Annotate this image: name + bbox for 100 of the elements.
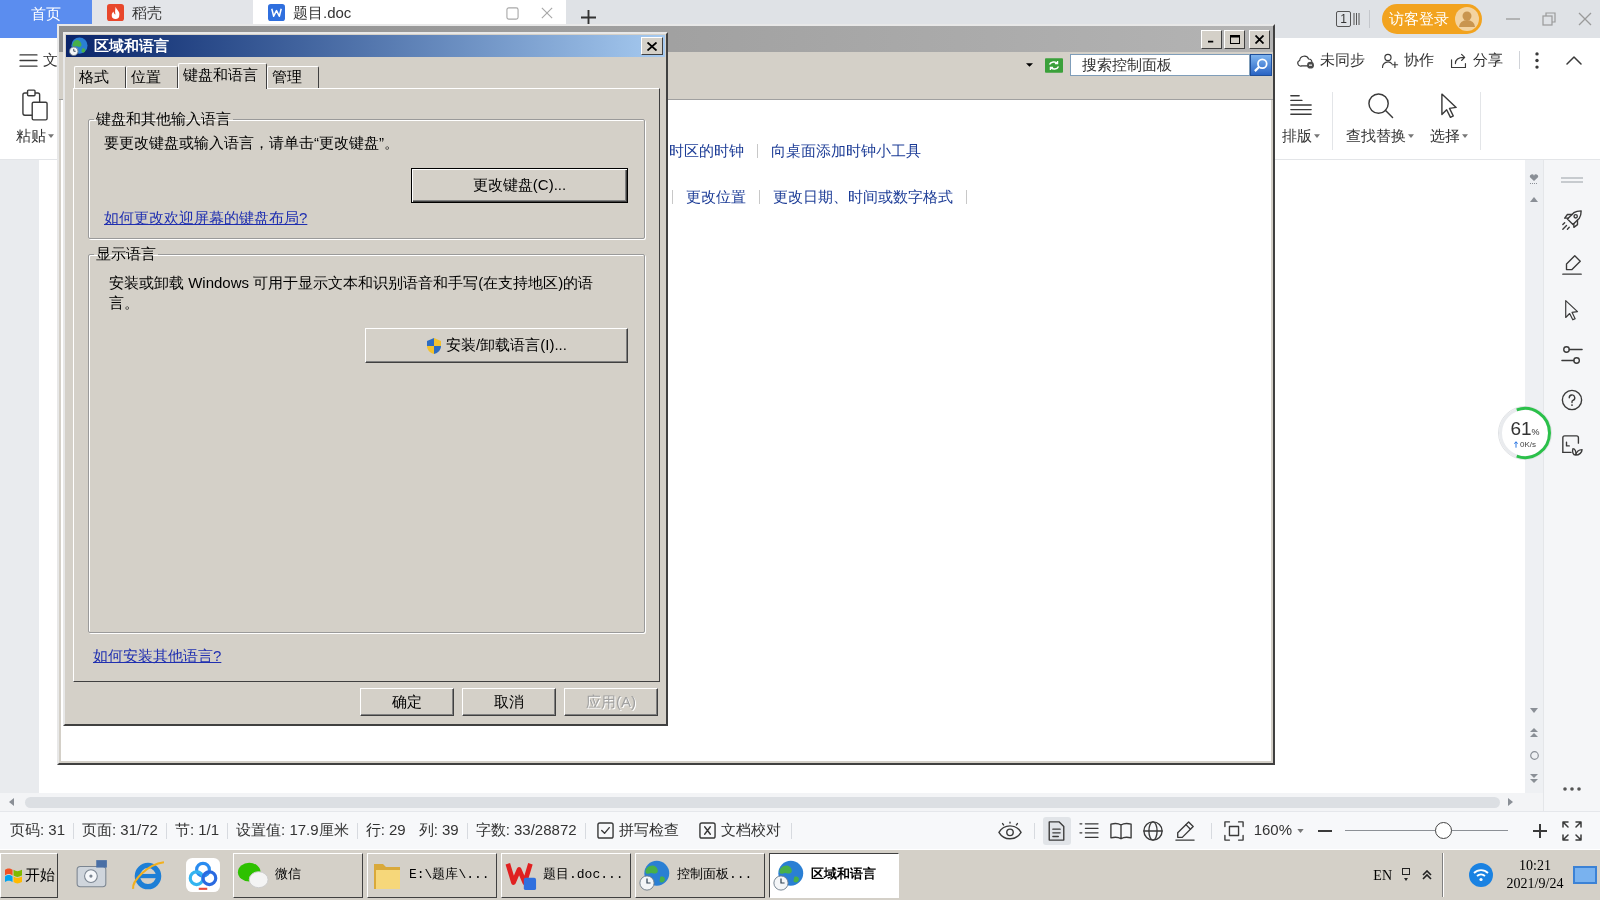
maximize-icon <box>1229 34 1240 44</box>
more-icon[interactable] <box>1563 787 1581 791</box>
browser-icon[interactable] <box>131 858 165 892</box>
minimize-button[interactable] <box>1201 29 1222 49</box>
close-button[interactable] <box>641 37 663 55</box>
show-hidden-icons-icon[interactable] <box>1422 870 1432 880</box>
taskbar-button[interactable]: 题目.doc... <box>501 852 631 898</box>
drag-handle-icon[interactable] <box>1561 177 1583 183</box>
zoom-out-icon[interactable] <box>1318 829 1332 832</box>
checkbox-icon <box>596 822 614 839</box>
chevron-up-icon[interactable] <box>1566 55 1582 65</box>
avatar-icon <box>1455 7 1479 31</box>
taskbar-button[interactable]: 区域和语言 <box>769 852 899 898</box>
menu-icon[interactable] <box>19 52 38 68</box>
status-item: 列: 39 <box>418 820 459 841</box>
zoom-slider[interactable] <box>1345 822 1508 839</box>
help-icon[interactable] <box>1561 389 1583 411</box>
fullscreen-icon[interactable] <box>1562 820 1582 841</box>
dropdown-arrow-icon[interactable] <box>1026 63 1033 67</box>
start-button[interactable]: 开始 <box>0 852 58 898</box>
settings-link[interactable]: 时区的时钟 <box>669 142 744 160</box>
dialog-tab[interactable]: 管理 <box>267 66 319 88</box>
wifi-icon[interactable] <box>1469 863 1493 887</box>
windows-logo-icon <box>4 866 23 884</box>
dialog-button[interactable]: 确定 <box>360 688 454 716</box>
stripes-icon <box>1353 12 1360 26</box>
clock-time: 10:21 <box>1519 857 1551 875</box>
slider-thumb[interactable] <box>1434 822 1452 839</box>
settings-link[interactable]: 更改位置 <box>686 188 746 206</box>
help-link[interactable]: 如何安装其他语言? <box>93 647 222 665</box>
rings-icon[interactable] <box>186 858 220 892</box>
dialog-tab[interactable]: 格式 <box>74 66 126 88</box>
cursor-icon[interactable] <box>1564 299 1580 321</box>
more-icon[interactable] <box>1535 51 1539 69</box>
taskbar-button[interactable]: 控制面板... <box>635 852 765 898</box>
status-item: 页码: 31 <box>10 820 66 841</box>
refresh-icon[interactable] <box>1045 57 1063 73</box>
clock-date: 2021/9/24 <box>1506 875 1564 893</box>
view-mode-button[interactable] <box>1042 816 1071 845</box>
rocket-icon[interactable] <box>1561 209 1583 231</box>
scroll-up-icon[interactable] <box>1530 197 1538 202</box>
status-item: 字数: 33/28872 <box>475 820 577 841</box>
status-tool-button[interactable]: 拼写检查 <box>596 819 679 842</box>
eye-icon[interactable] <box>997 821 1022 840</box>
dialog-title: 区域和语言 <box>94 35 169 56</box>
search-field[interactable]: 搜索控制面板 <box>1070 54 1250 76</box>
ribbon-button[interactable]: 粘贴 <box>12 82 58 146</box>
help-link[interactable]: 如何更改欢迎屏幕的键盘布局? <box>104 209 308 227</box>
ribbon-button[interactable]: 选择 <box>1424 82 1474 146</box>
dialog-button[interactable]: 更改键盘(C)... <box>411 168 628 203</box>
list-icon <box>1078 821 1099 840</box>
scroll-right-icon[interactable] <box>1508 798 1513 806</box>
ribbon-button[interactable]: 排版 <box>1279 82 1323 146</box>
input-language[interactable]: EN <box>1373 864 1392 886</box>
sliders-icon[interactable] <box>1561 344 1583 366</box>
pencil-icon[interactable] <box>1561 254 1583 276</box>
globe-clock-icon <box>639 859 671 891</box>
settings-link[interactable]: 更改日期、时间或数字格式 <box>773 188 953 206</box>
taskbar-button[interactable]: 微信 <box>233 852 363 898</box>
file-menu[interactable]: 文 <box>43 48 58 72</box>
caret-icon <box>1462 134 1468 138</box>
previous-page-icon[interactable] <box>1530 728 1538 737</box>
ribbon-button[interactable]: 查找替换 <box>1342 82 1418 146</box>
close-button[interactable] <box>1249 29 1270 49</box>
heart-icon[interactable] <box>1529 174 1539 184</box>
ime-options-icon[interactable] <box>1402 868 1410 882</box>
zoom-menu[interactable]: 160% <box>1253 819 1304 842</box>
group-title: 键盘和其他输入语言 <box>95 110 232 128</box>
cursor-icon <box>1439 91 1459 119</box>
dialog-tab[interactable]: 键盘和语言 <box>178 63 267 89</box>
dialog-button[interactable]: 安装/卸载语言(I)... <box>365 328 628 363</box>
dialog-button[interactable]: 取消 <box>462 688 556 716</box>
meter-speed: 0K/s <box>1520 440 1536 449</box>
toolbar-button[interactable]: 未同步 <box>1296 48 1365 72</box>
add-person-icon <box>1380 51 1399 69</box>
scroll-down-icon[interactable] <box>1530 708 1538 713</box>
toolbar-button[interactable]: 分享 <box>1449 48 1503 72</box>
status-item: 节: 1/1 <box>174 820 220 841</box>
settings-link[interactable]: 向桌面添加时钟小工具 <box>771 142 921 160</box>
close-icon <box>647 41 657 51</box>
maximize-button[interactable] <box>1224 29 1245 49</box>
search-button[interactable] <box>1250 54 1272 76</box>
caret-icon <box>1297 828 1304 833</box>
image-icon[interactable] <box>1561 434 1583 456</box>
dialog-tab[interactable]: 位置 <box>126 66 178 88</box>
status-item: 页面: 31/72 <box>82 820 158 841</box>
scroll-left-icon[interactable] <box>9 798 14 806</box>
caret-icon <box>1408 134 1414 138</box>
flame-icon <box>107 4 124 21</box>
search-icon <box>1254 58 1268 72</box>
fit-page-icon[interactable] <box>1223 820 1244 841</box>
next-page-icon[interactable] <box>1530 774 1538 783</box>
circle-icon[interactable] <box>1529 751 1539 760</box>
toolbar-button[interactable]: 协作 <box>1380 48 1434 72</box>
globe-clock-icon <box>773 859 805 891</box>
zoom-in-icon[interactable] <box>1533 823 1547 838</box>
page-icon <box>1048 820 1066 841</box>
taskbar-button[interactable]: E:\题库\... <box>367 852 497 898</box>
status-tool-button[interactable]: 文档校对 <box>698 819 781 842</box>
plus-icon[interactable] <box>581 10 596 25</box>
